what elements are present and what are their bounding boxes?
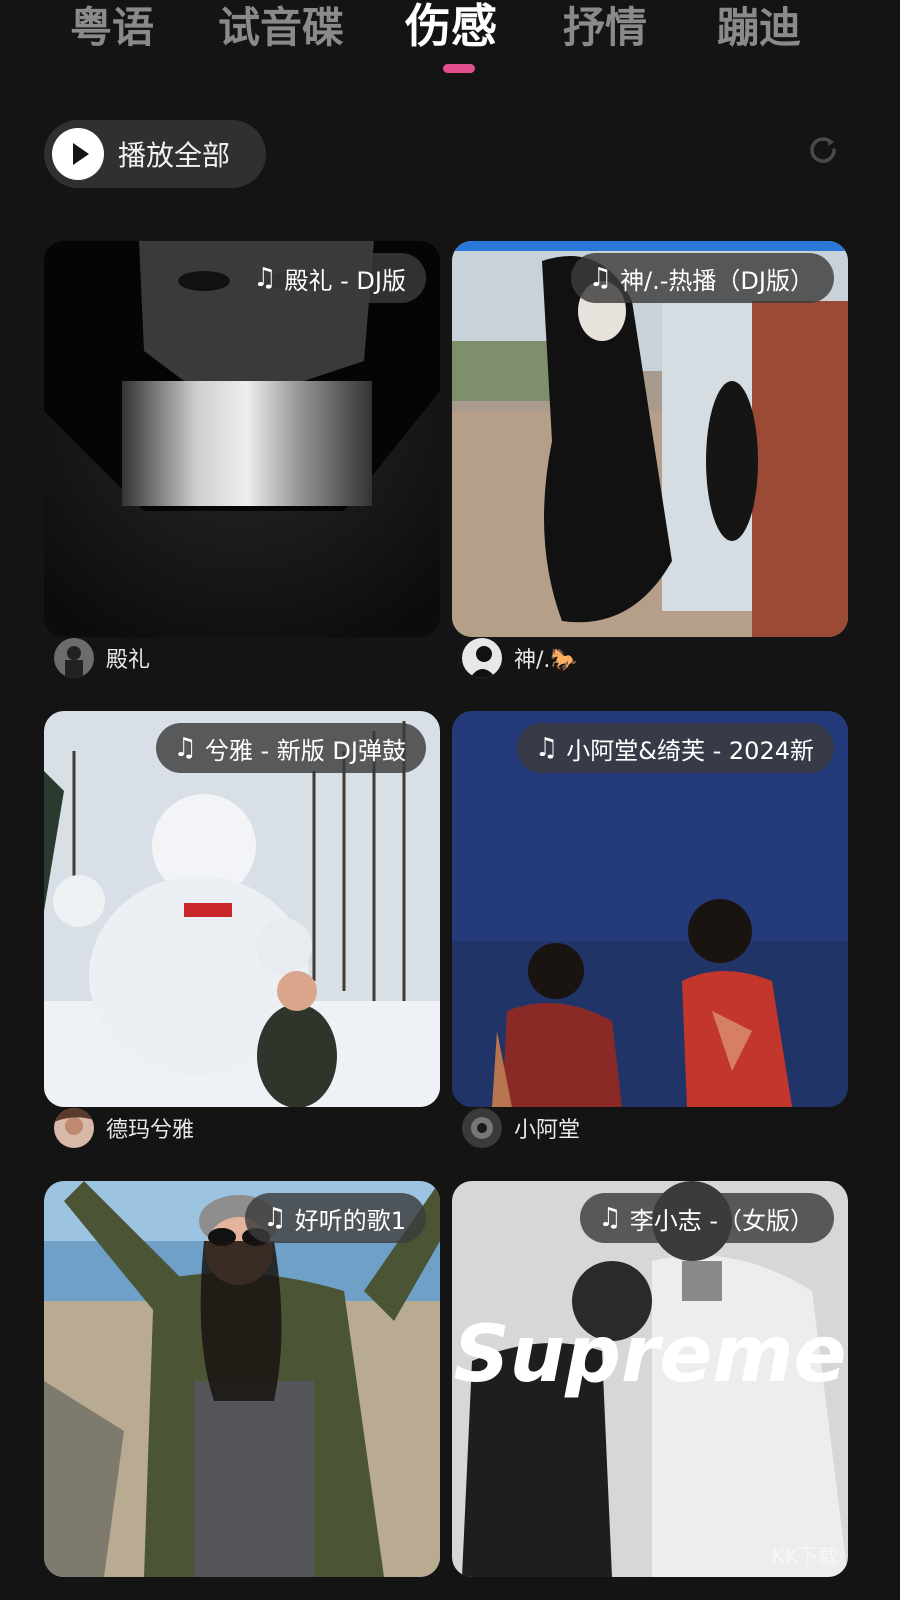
play-all-button[interactable]: 播放全部: [44, 120, 266, 188]
avatar: [462, 1108, 502, 1148]
author-row[interactable]: 小阿堂: [462, 1108, 580, 1148]
author-name: 德玛兮雅: [106, 1118, 195, 1143]
avatar: [54, 1108, 94, 1148]
playlist-card-2[interactable]: ♫ 神/.-热播（DJ版）: [452, 241, 848, 637]
song-badge: ♫ 神/.-热播（DJ版）: [570, 253, 834, 303]
music-note-icon: ♫: [173, 733, 197, 763]
song-title: 殿礼 - DJ版: [284, 266, 406, 295]
author-row[interactable]: 德玛兮雅: [54, 1108, 194, 1148]
song-title: 兮雅 - 新版 DJ弹鼓: [204, 736, 406, 765]
song-title: 神/.-热播（DJ版）: [620, 266, 814, 295]
music-note-icon: ♫: [598, 1203, 622, 1233]
avatar: [54, 638, 94, 678]
song-title: 好听的歌1: [294, 1206, 406, 1235]
avatar: [462, 638, 502, 678]
tab-disco[interactable]: 蹦迪: [717, 0, 801, 56]
author-name: 殿礼: [106, 648, 151, 673]
song-badge: ♫ 小阿堂&绮芙 - 2024新: [516, 723, 834, 773]
playlist-card-1[interactable]: ♫ 殿礼 - DJ版: [44, 241, 440, 637]
playlist-card-3[interactable]: ♫ 兮雅 - 新版 DJ弹鼓: [44, 711, 440, 1107]
playlist-card-4[interactable]: ♫ 小阿堂&绮芙 - 2024新: [452, 711, 848, 1107]
playlist-card-5[interactable]: ♫ 好听的歌1: [44, 1181, 440, 1577]
song-badge: ♫ 好听的歌1: [245, 1193, 426, 1243]
song-badge: ♫ 殿礼 - DJ版: [235, 253, 426, 303]
watermark: KK下载: [771, 1544, 838, 1568]
play-icon: [52, 128, 104, 180]
music-note-icon: ♫: [253, 263, 277, 293]
song-title: 李小志 -（女版）: [629, 1206, 814, 1235]
author-name: 小阿堂: [514, 1118, 581, 1143]
author-row[interactable]: 神/.🐎: [462, 638, 578, 678]
active-tab-indicator: [443, 64, 475, 73]
playlist-card-6[interactable]: Supreme ♫ 李小志 -（女版） KK下载: [452, 1181, 848, 1577]
tab-lyrical[interactable]: 抒情: [563, 0, 647, 56]
author-name: 神/.🐎: [514, 648, 578, 673]
music-note-icon: ♫: [263, 1203, 287, 1233]
music-note-icon: ♫: [534, 733, 559, 763]
tab-sad[interactable]: 伤感: [405, 0, 497, 54]
refresh-icon[interactable]: [806, 133, 840, 167]
song-title: 小阿堂&绮芙 - 2024新: [566, 736, 814, 765]
category-tabs: 粤语 试音碟 伤感 抒情 蹦迪: [0, 0, 900, 90]
cover-art-text: Supreme: [453, 1310, 846, 1400]
author-row[interactable]: 殿礼: [54, 638, 150, 678]
play-all-label: 播放全部: [118, 139, 231, 172]
tab-audio-test[interactable]: 试音碟: [218, 0, 344, 56]
music-note-icon: ♫: [588, 263, 613, 293]
tab-cantonese[interactable]: 粤语: [70, 0, 154, 56]
song-badge: ♫ 李小志 -（女版）: [580, 1193, 834, 1243]
song-badge: ♫ 兮雅 - 新版 DJ弹鼓: [155, 723, 426, 773]
